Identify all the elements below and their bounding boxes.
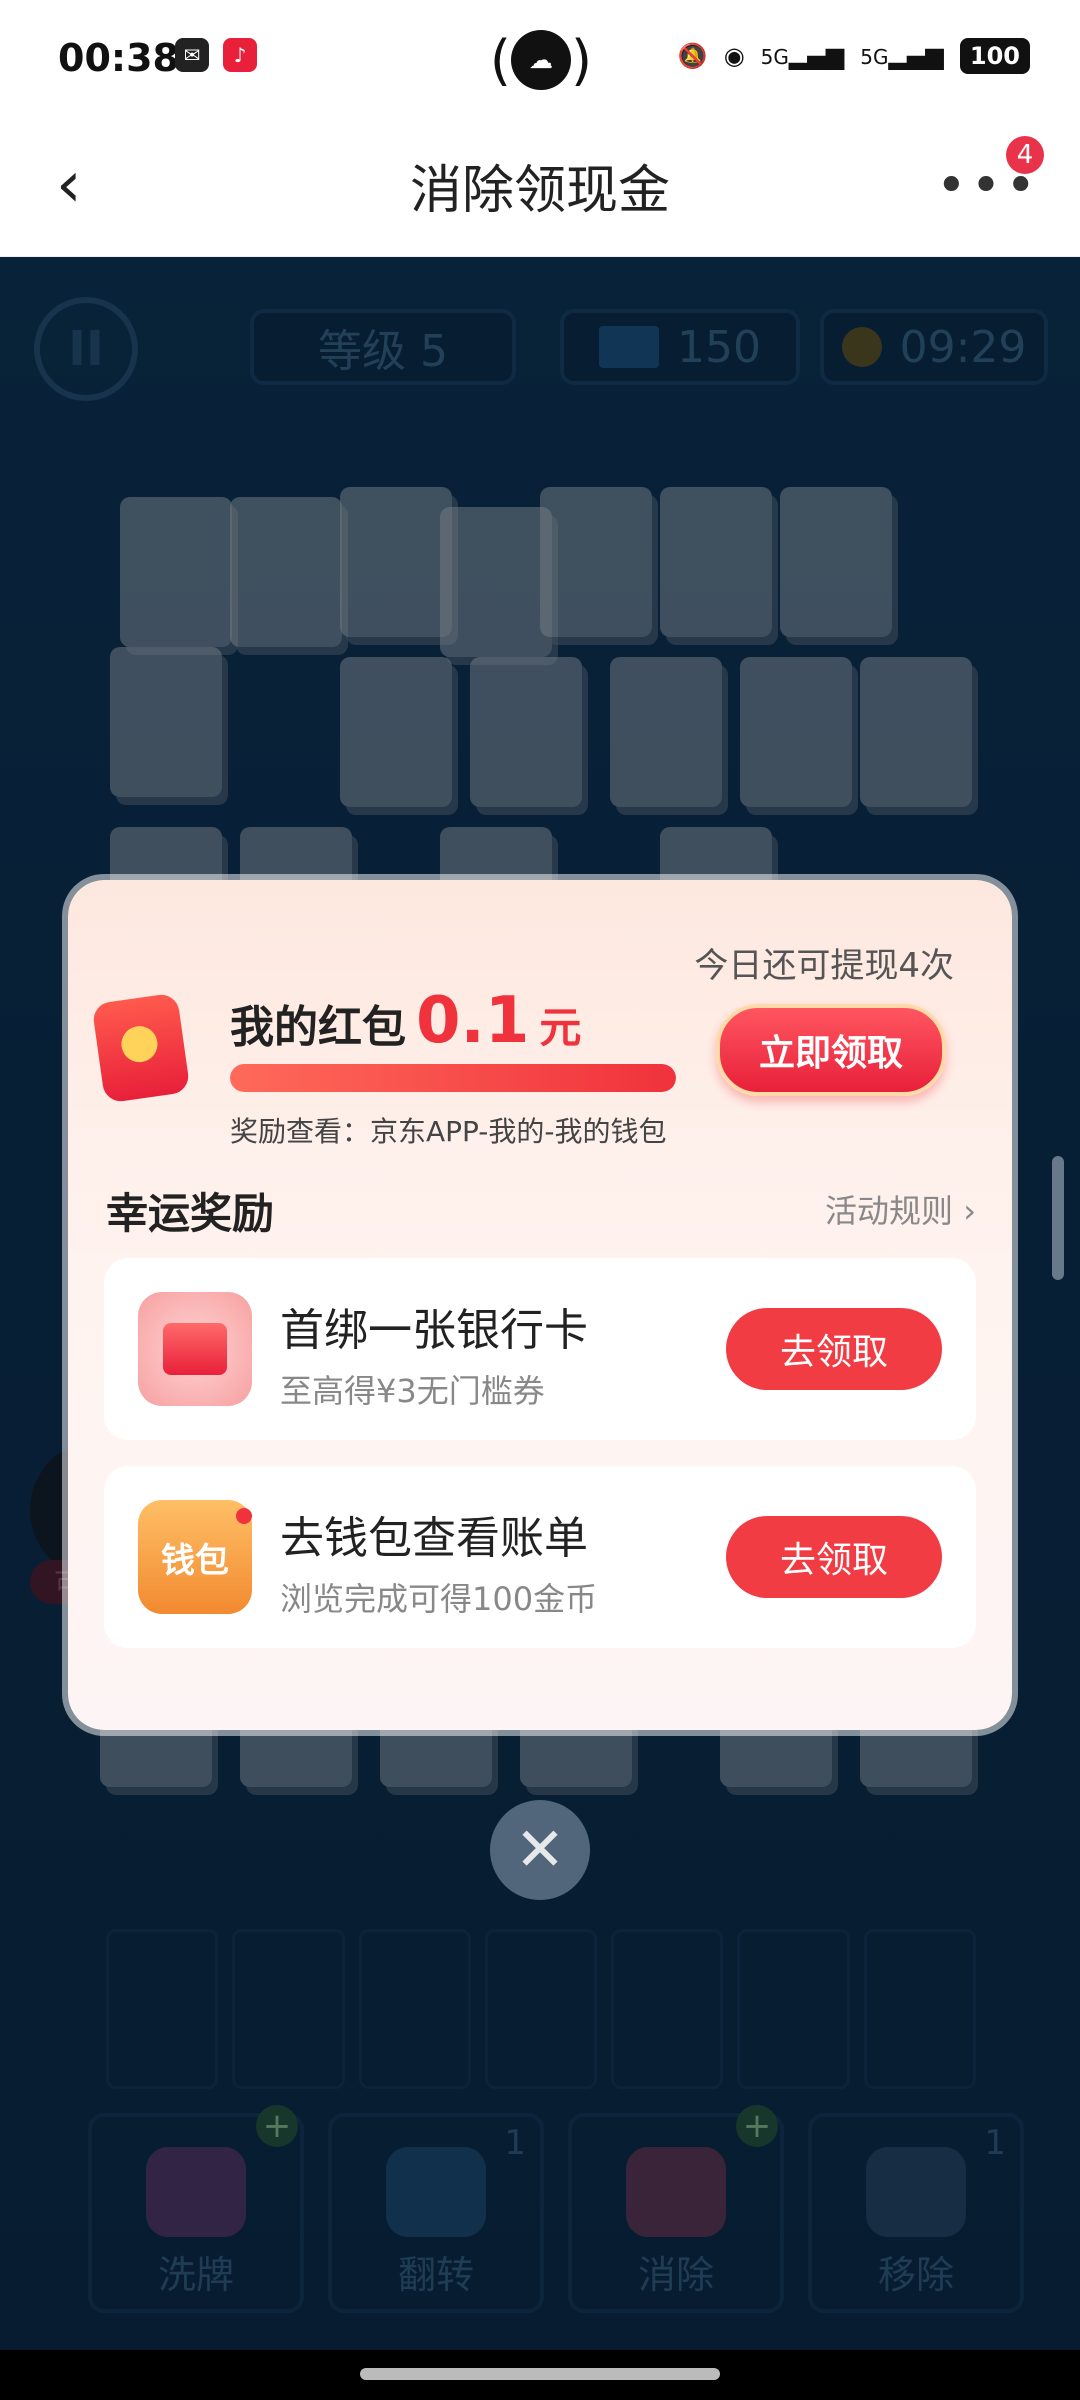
- close-icon[interactable]: ✕: [490, 1800, 590, 1900]
- wallet-icon: 钱包: [138, 1500, 252, 1614]
- withdraw-remaining-text: 今日还可提现4次: [694, 946, 954, 986]
- status-bar: 00:38 ✉ ♪ (☁) 🔕 ◉ 5G▂▄▆ 5G▂▄▆ 100: [0, 0, 1080, 120]
- task-card: 首绑一张银行卡 至高得¥3无门槛券 去领取: [104, 1258, 976, 1440]
- red-envelope-icon: [91, 992, 191, 1104]
- title-bar: ‹ 消除领现金 ••• 4: [0, 120, 1080, 257]
- task-subtitle: 浏览完成可得100金币: [280, 1580, 598, 1618]
- notification-dot: [236, 1508, 252, 1524]
- mute-icon: 🔕: [677, 42, 708, 70]
- douyin-icon: ♪: [223, 38, 257, 72]
- go-claim-button[interactable]: 去领取: [726, 1516, 942, 1598]
- scroll-indicator: [1052, 1156, 1064, 1280]
- progress-fill: [230, 1064, 676, 1092]
- red-packet-progress-bar: [230, 1064, 676, 1092]
- task-subtitle: 至高得¥3无门槛券: [280, 1372, 545, 1410]
- activity-rules-link[interactable]: 活动规则 ›: [825, 1186, 976, 1232]
- page-title: 消除领现金: [409, 161, 670, 221]
- reward-location-hint: 奖励查看：京东APP-我的-我的钱包: [230, 1115, 667, 1148]
- card-shape: [163, 1323, 227, 1375]
- red-packet-value: 0.1: [416, 984, 530, 1058]
- task-title: 首绑一张银行卡: [280, 1305, 588, 1356]
- home-gesture-handle[interactable]: [360, 2368, 720, 2380]
- coin-icon: [119, 1023, 160, 1065]
- status-time: 00:38: [58, 36, 179, 80]
- bank-card-icon: [138, 1292, 252, 1406]
- lucky-rewards-title: 幸运奖励: [106, 1189, 275, 1238]
- notification-icons: ✉ ♪: [175, 38, 257, 72]
- red-packet-balance: 我的红包 0.1 元: [230, 984, 581, 1058]
- battery-indicator: 100: [959, 38, 1030, 74]
- go-claim-button[interactable]: 去领取: [726, 1308, 942, 1390]
- task-title: 去钱包查看账单: [280, 1513, 588, 1564]
- red-packet-unit: 元: [539, 1003, 582, 1052]
- island-indicator: (☁): [489, 28, 593, 92]
- red-packet-modal: 今日还可提现4次 我的红包 0.1 元 奖励查看：京东APP-我的-我的钱包 立…: [68, 880, 1012, 1730]
- signal-5g-icon: 5G▂▄▆: [860, 42, 944, 70]
- status-right: 🔕 ◉ 5G▂▄▆ 5G▂▄▆ 100: [678, 38, 1030, 74]
- wifi-icon: ◉: [723, 42, 745, 70]
- hotspot-icon: ☁: [511, 30, 571, 90]
- notification-badge: 4: [1006, 136, 1044, 174]
- red-packet-label: 我的红包: [230, 1002, 406, 1053]
- signal-5g-icon: 5G▂▄▆: [760, 42, 845, 70]
- claim-now-button[interactable]: 立即领取: [716, 1004, 946, 1096]
- wechat-icon: ✉: [175, 38, 209, 72]
- task-card: 钱包 去钱包查看账单 浏览完成可得100金币 去领取: [104, 1466, 976, 1648]
